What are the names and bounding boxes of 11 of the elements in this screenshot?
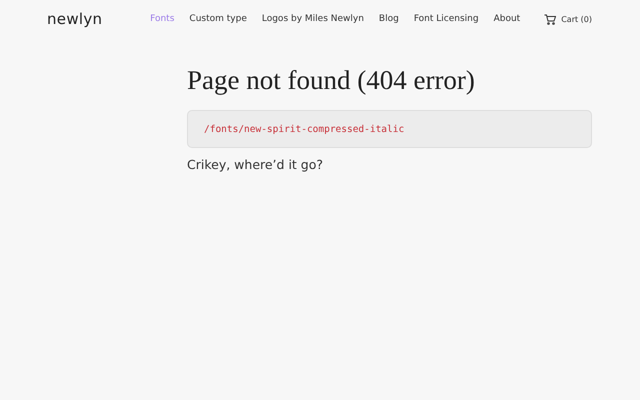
error-message: Crikey, where’d it go? [187,157,324,172]
nav-link[interactable]: Font Licensing [414,14,479,24]
cart-link[interactable]: Cart (0) [544,14,592,24]
site-logo[interactable]: newlyn [47,10,102,28]
cart-icon [544,14,556,24]
nav-link[interactable]: Blog [378,14,399,24]
url-path: /fonts/new-spirit-compressed-italic [204,124,404,134]
page-title: Page not found (404 error) [187,65,476,96]
nav-link[interactable]: Custom type [189,14,247,24]
nav-link[interactable]: About [494,14,520,24]
nav-link[interactable]: Logos by Miles Newlyn [262,14,364,24]
